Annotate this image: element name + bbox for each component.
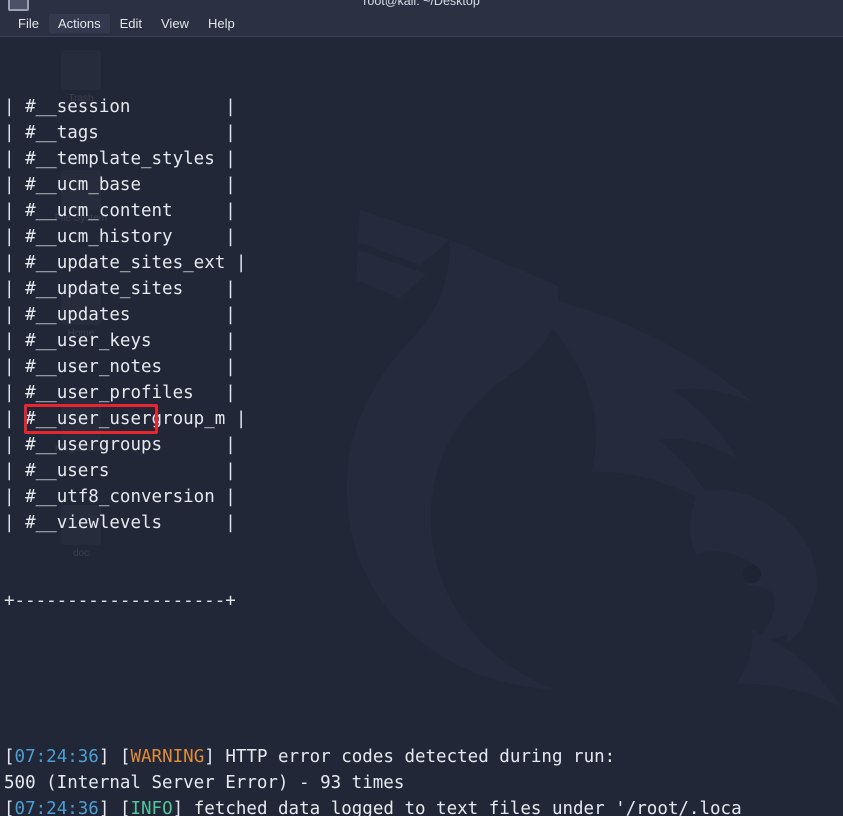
table-row: | #__updates |: [4, 305, 236, 325]
menu-item-actions[interactable]: Actions: [48, 14, 110, 33]
table-row: | #__update_sites |: [4, 279, 236, 299]
table-bottom-border: +--------------------+: [4, 591, 236, 611]
table-row: | #__tags |: [4, 123, 236, 143]
log-line-continuation: 500 (Internal Server Error) - 93 times: [4, 773, 405, 793]
table-row: | #__session |: [4, 97, 236, 117]
window-titlebar[interactable]: root@kali: ~/Desktop: [0, 0, 843, 11]
menu-item-help[interactable]: Help: [199, 14, 244, 33]
table-row: | #__ucm_base |: [4, 175, 236, 195]
table-row: | #__ucm_content |: [4, 201, 236, 221]
table-row: | #__user_notes |: [4, 357, 236, 377]
table-row: | #__usergroups |: [4, 435, 236, 455]
table-row: | #__utf8_conversion |: [4, 487, 236, 507]
table-row: | #__user_profiles |: [4, 383, 236, 403]
log-line: [07:24:36] [INFO] fetched data logged to…: [4, 799, 742, 816]
menu-item-view[interactable]: View: [152, 14, 198, 33]
table-row: | #__viewlevels |: [4, 513, 236, 533]
sqlmap-table-list: | #__session | | #__tags | | #__template_s…: [4, 94, 843, 536]
table-row: | #__ucm_history |: [4, 227, 236, 247]
menubar: File Actions Edit View Help: [0, 11, 843, 37]
sqlmap-log-output: [07:24:36] [WARNING] HTTP error codes de…: [4, 744, 843, 816]
table-row: | #__users |: [4, 461, 236, 481]
terminal-output[interactable]: | #__session | | #__tags | | #__template_s…: [0, 38, 843, 816]
menu-item-edit[interactable]: Edit: [111, 14, 151, 33]
table-row: | #__user_usergroup_m |: [4, 409, 247, 429]
window-title: root@kali: ~/Desktop: [363, 0, 480, 8]
table-row: | #__user_keys |: [4, 331, 236, 351]
menu-item-file[interactable]: File: [9, 14, 48, 33]
table-row: | #__update_sites_ext |: [4, 253, 247, 273]
log-line: [07:24:36] [WARNING] HTTP error codes de…: [4, 747, 616, 767]
table-row: | #__template_styles |: [4, 149, 236, 169]
